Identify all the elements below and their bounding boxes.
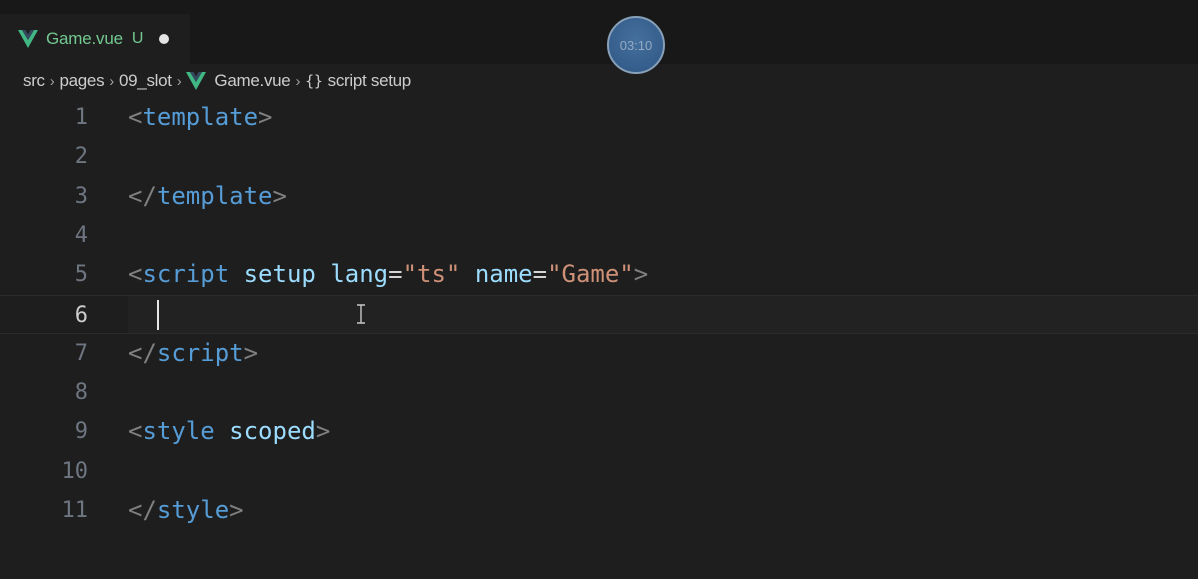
code-token: "Game"	[547, 260, 634, 289]
code-content[interactable]: <script setup lang="ts" name="Game">	[128, 255, 1198, 294]
title-strip	[0, 0, 1198, 14]
code-line[interactable]: 1 <template>	[0, 98, 1198, 137]
breadcrumb-file[interactable]: Game.vue	[214, 71, 290, 91]
code-token: script	[156, 338, 244, 367]
tab-filename: Game.vue	[46, 29, 123, 48]
code-token: style	[142, 417, 215, 446]
line-number: 10	[61, 458, 89, 484]
breadcrumb: src › pages › 09_slot › Game.vue › {} sc…	[0, 64, 1198, 98]
chevron-right-icon: ›	[295, 72, 301, 90]
line-number: 9	[74, 419, 88, 445]
code-token: <	[128, 260, 143, 289]
code-line[interactable]: 10	[0, 452, 1198, 491]
line-number: 3	[74, 183, 88, 209]
code-token: >	[243, 338, 259, 367]
code-content[interactable]	[128, 373, 1198, 412]
code-content[interactable]	[128, 295, 1198, 333]
code-content[interactable]	[128, 452, 1198, 491]
line-number: 4	[74, 222, 88, 248]
code-token: >	[258, 103, 273, 131]
code-token: template	[156, 181, 273, 210]
code-line[interactable]: 2	[0, 137, 1198, 176]
code-line[interactable]: 8	[0, 373, 1198, 412]
code-token: <	[128, 103, 143, 131]
code-token: >	[633, 260, 649, 289]
code-line-current[interactable]: 6	[0, 294, 1198, 334]
line-number: 1	[74, 105, 88, 130]
code-token: >	[272, 181, 287, 210]
code-token: script	[142, 260, 230, 289]
editor-window: Game.vue U 03:10 src › pages › 09_slot ›…	[0, 0, 1198, 579]
breadcrumb-pages[interactable]: pages	[59, 71, 104, 91]
code-token: scoped	[229, 417, 316, 446]
line-number: 7	[74, 340, 88, 366]
vue-logo-icon	[18, 30, 38, 48]
code-content[interactable]: <template>	[128, 98, 1198, 137]
code-token: =	[388, 260, 403, 289]
code-token: <	[128, 417, 143, 446]
code-token: >	[229, 496, 244, 524]
breadcrumb-symbol[interactable]: script setup	[328, 71, 412, 91]
code-content[interactable]	[128, 137, 1198, 176]
breadcrumb-09-slot[interactable]: 09_slot	[119, 71, 172, 91]
chevron-right-icon: ›	[109, 72, 114, 90]
code-token: >	[315, 417, 331, 446]
code-line[interactable]: 4	[0, 216, 1198, 255]
code-token: =	[532, 260, 548, 289]
vue-logo-icon	[186, 72, 207, 90]
code-content[interactable]: <style scoped>	[128, 412, 1198, 451]
code-line[interactable]: 3 </template>	[0, 177, 1198, 216]
line-number: 5	[74, 262, 88, 288]
code-content[interactable]: </style>	[128, 491, 1198, 530]
code-token: </	[128, 496, 157, 524]
line-number: 8	[74, 380, 88, 406]
tab-bar: Game.vue U	[0, 14, 1198, 64]
code-token: template	[142, 103, 259, 131]
code-line[interactable]: 5 <script setup lang="ts" name="Game">	[0, 255, 1198, 294]
code-token: </	[128, 181, 157, 210]
code-line[interactable]: 9 <style scoped>	[0, 412, 1198, 451]
untracked-badge: U	[131, 30, 144, 47]
code-editor[interactable]: 1 <template> 2 3 </template> 4 5 <script setup …	[0, 98, 1198, 579]
code-token: </	[128, 338, 157, 367]
chevron-right-icon: ›	[176, 72, 182, 90]
code-line[interactable]: 11 </style>	[0, 491, 1198, 530]
line-number: 6	[74, 302, 88, 328]
code-content[interactable]: </template>	[128, 177, 1198, 216]
code-token: name	[474, 260, 533, 289]
code-token: setup	[243, 260, 316, 289]
tab-game-vue[interactable]: Game.vue U	[0, 14, 190, 64]
text-caret	[157, 299, 159, 330]
chevron-right-icon: ›	[49, 72, 55, 90]
code-line[interactable]: 7 </script>	[0, 334, 1198, 373]
code-token: style	[156, 496, 230, 524]
text-cursor-ibeam-icon	[357, 304, 365, 324]
breadcrumb-src[interactable]: src	[23, 71, 45, 91]
code-content[interactable]: </script>	[128, 334, 1198, 373]
symbol-braces-icon: {}	[305, 72, 323, 90]
line-number: 11	[61, 498, 89, 523]
unsaved-dot-icon[interactable]	[159, 34, 170, 44]
code-token: lang	[330, 260, 389, 289]
code-token: "ts"	[402, 260, 461, 289]
line-number: 2	[74, 144, 88, 170]
code-content[interactable]	[128, 216, 1198, 255]
